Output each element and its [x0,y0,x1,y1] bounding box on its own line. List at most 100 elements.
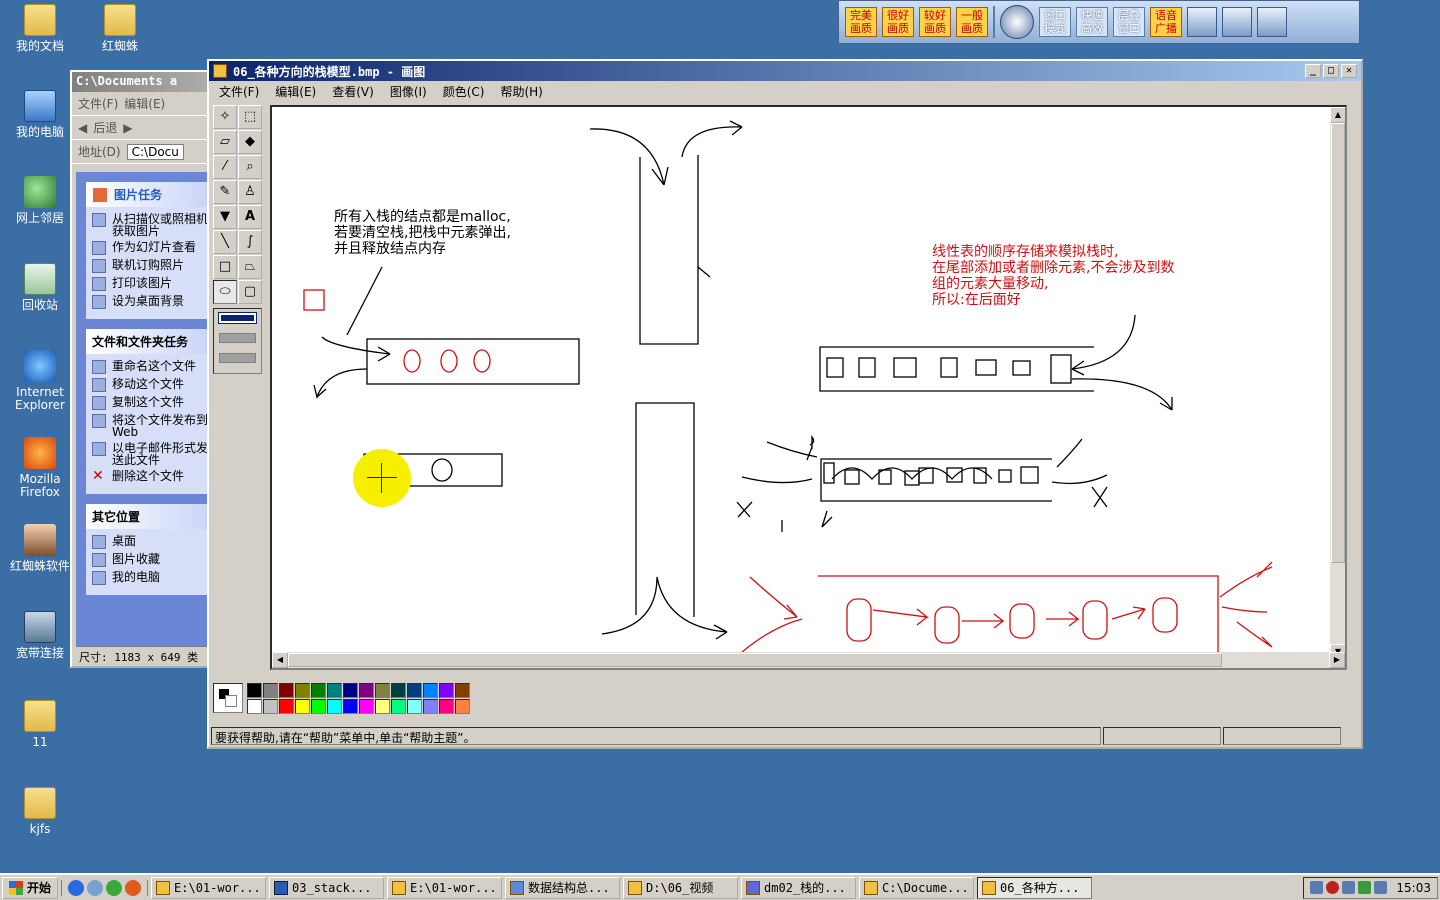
forward-arrow-icon[interactable]: ▶ [123,121,132,135]
firefox-icon[interactable] [125,879,142,896]
address-input[interactable]: C:\Docu [126,143,184,160]
desktop-icon-folder-11[interactable]: 11 [0,700,80,749]
color-swatch[interactable] [407,699,422,714]
show-desktop-icon[interactable] [87,879,104,896]
desktop-icon-spider[interactable]: 红蜘蛛 [80,4,160,53]
close-button[interactable]: ✕ [1341,64,1357,78]
fill-style-outline[interactable] [218,312,257,324]
desktop-icon-my-documents[interactable]: 我的文档 [0,4,80,53]
fill-tool-icon[interactable]: ◆ [238,130,262,154]
place-desktop[interactable]: 桌面 [92,535,210,549]
desktop-icon-firefox[interactable]: Mozilla Firefox [0,437,80,499]
task-paint[interactable]: 06_各种方... [977,876,1093,899]
curve-tool-icon[interactable]: ∫ [238,230,262,254]
line-tool-icon[interactable]: ╲ [213,230,237,254]
task-set-background[interactable]: 设为桌面背景 [92,295,210,309]
paint-titlebar[interactable]: 06_各种方向的栈模型.bmp - 画图 _ □ ✕ [209,61,1361,81]
drawing-canvas[interactable]: 所有入栈的结点都是malloc, 若要清空栈,把栈中元素弹出, 并且释放结点内存… [272,107,1345,660]
free-select-tool-icon[interactable]: ✧ [213,105,237,129]
task-delete[interactable]: ✕ 删除这个文件 [92,469,210,484]
paint-window[interactable]: 06_各种方向的栈模型.bmp - 画图 _ □ ✕ 文件(F) 编辑(E) 查… [207,59,1363,749]
tray-icon[interactable] [1310,881,1324,894]
window-mode-button[interactable]: 窗口模式 [1039,7,1071,37]
color-swatch[interactable] [423,699,438,714]
scroll-left-icon[interactable]: ◀ [272,652,288,668]
color-swatch[interactable] [343,699,358,714]
media-player-icon[interactable] [106,879,123,896]
color-swatch[interactable] [455,699,470,714]
task-order-prints[interactable]: 联机订购照片 [92,259,210,273]
other-places-header[interactable]: 其它位置 [86,504,216,529]
brush-tool-icon[interactable]: ♙ [238,180,262,204]
pen-icon[interactable] [1187,7,1217,37]
maximize-button[interactable]: □ [1323,64,1339,78]
scroll-right-icon[interactable]: ▶ [1329,652,1345,668]
menu-edit[interactable]: 编辑(E) [124,95,165,112]
task-explorer-1[interactable]: E:\01-wor... [151,876,267,899]
desktop-icon-broadband[interactable]: 宽带连接 [0,611,80,660]
color-swatch[interactable] [263,683,278,698]
quality-perfect-button[interactable]: 完美画质 [845,7,877,37]
horizontal-scroll-thumb[interactable] [288,653,1222,667]
task-move[interactable]: 移动这个文件 [92,378,210,392]
tray-icon[interactable] [1342,881,1356,894]
menu-help[interactable]: 帮助(H) [494,82,548,101]
task-print[interactable]: 打印该图片 [92,277,210,291]
color-swatch[interactable] [359,683,374,698]
quality-normal-button[interactable]: 一般画质 [956,7,988,37]
clock[interactable]: 15:03 [1396,881,1431,895]
vertical-scroll-thumb[interactable] [1331,123,1345,563]
menu-file[interactable]: 文件(F) [213,82,265,101]
back-arrow-icon[interactable]: ◀ [78,121,87,135]
color-swatch[interactable] [359,699,374,714]
desktop-icon-my-computer[interactable]: 我的电脑 [0,90,80,139]
record-icon[interactable] [1326,881,1340,894]
color-swatch[interactable] [247,683,262,698]
quality-fair-button[interactable]: 较好画质 [919,7,951,37]
pencil-tool-icon[interactable]: ✎ [213,180,237,204]
menu-edit[interactable]: 编辑(E) [269,82,322,101]
cascade-window-button[interactable]: 层叠窗口 [1113,7,1145,37]
rounded-rect-tool-icon[interactable]: ▢ [238,280,262,304]
text-tool-icon[interactable]: A [238,205,262,229]
scroll-up-icon[interactable]: ▲ [1330,107,1345,123]
color-swatch[interactable] [391,699,406,714]
task-email[interactable]: 以电子邮件形式发送此文件 [92,442,210,466]
color-swatch[interactable] [439,699,454,714]
current-colors[interactable] [213,683,243,713]
color-swatch[interactable] [327,683,342,698]
color-swatch[interactable] [327,699,342,714]
horizontal-scrollbar[interactable]: ◀ ▶ [272,652,1345,668]
task-scan[interactable]: 从扫描仪或照相机获取图片 [92,213,210,237]
color-swatch[interactable] [279,699,294,714]
fill-style-fill[interactable] [219,353,256,363]
color-swatch[interactable] [439,683,454,698]
picture-tasks-header[interactable]: 图片任务 [86,182,216,207]
color-swatch[interactable] [375,699,390,714]
airbrush-tool-icon[interactable]: ▼ [213,205,237,229]
eraser-tool-icon[interactable]: ▱ [213,130,237,154]
desktop-icon-recycle-bin[interactable]: 回收站 [0,263,80,312]
color-swatch[interactable] [391,683,406,698]
desktop-icon-kjfs[interactable]: kjfs [0,787,80,836]
explorer-window[interactable]: C:\Documents a 文件(F) 编辑(E) ◀ 后退 ▶ 地址(D) … [70,70,220,668]
menu-image[interactable]: 图像(I) [384,82,433,101]
monitor-dial-icon[interactable] [1000,5,1034,39]
ellipse-tool-icon[interactable]: ⬭ [213,280,237,304]
desktop-icon-ie[interactable]: Internet Explorer [0,350,80,412]
ie-icon[interactable] [68,879,85,896]
back-button[interactable]: 后退 [93,119,117,136]
start-button[interactable]: 开始 [2,876,59,899]
minimize-button[interactable]: _ [1305,64,1321,78]
voice-broadcast-button[interactable]: 语音广播 [1150,7,1182,37]
transfer-icon[interactable] [1222,7,1252,37]
color-picker-tool-icon[interactable]: ⁄ [213,155,237,179]
color-swatch[interactable] [311,699,326,714]
magnifier-tool-icon[interactable]: ⌕ [238,155,262,179]
menu-colors[interactable]: 颜色(C) [437,82,491,101]
polygon-tool-icon[interactable]: ⏢ [238,255,262,279]
color-swatch[interactable] [247,699,262,714]
desktop-icon-spider-software[interactable]: 红蜘蛛软件 [0,524,80,573]
place-my-pictures[interactable]: 图片收藏 [92,553,210,567]
file-tasks-header[interactable]: 文件和文件夹任务 [86,329,216,354]
